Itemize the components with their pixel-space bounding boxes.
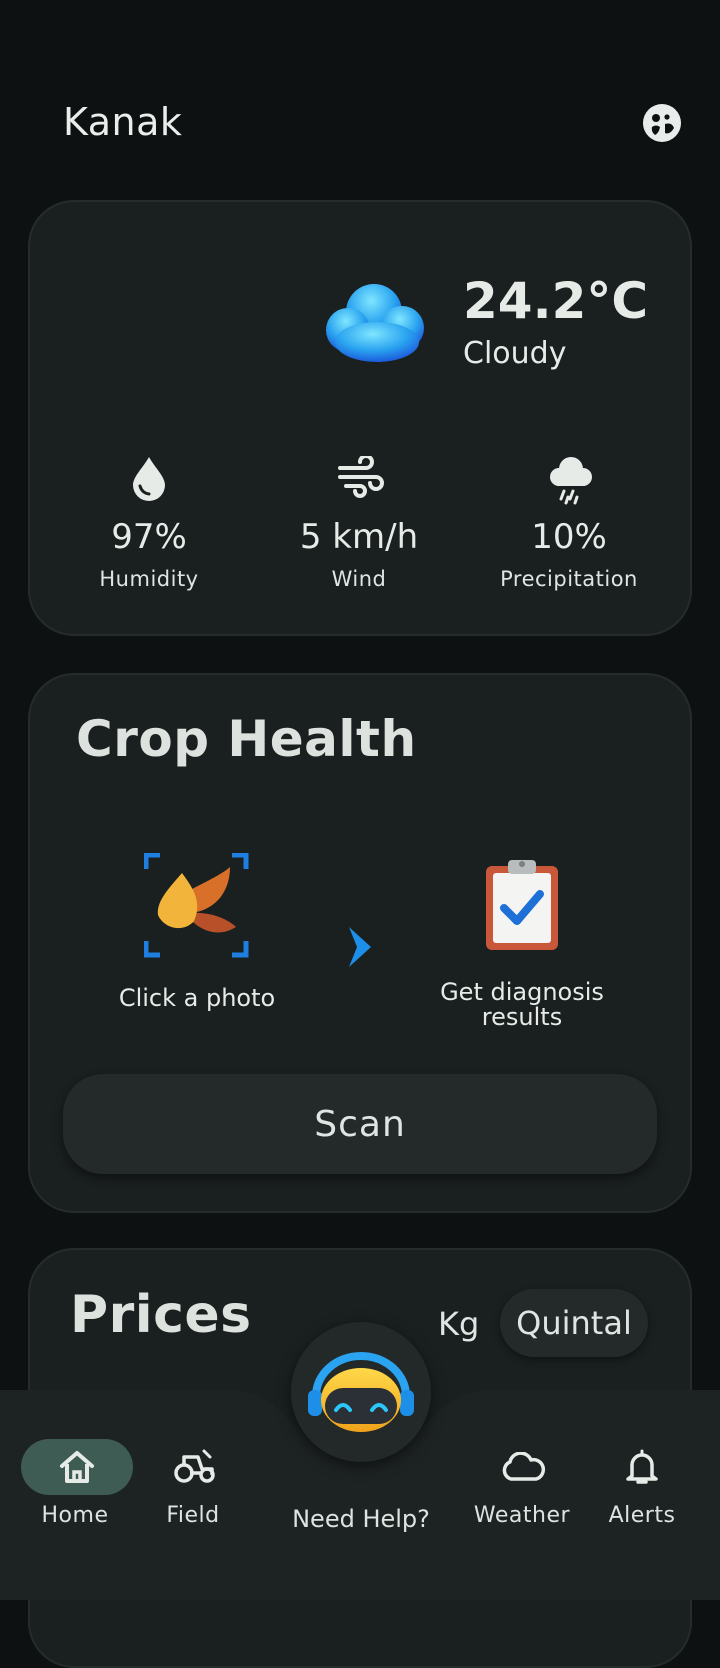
face-profile-icon[interactable] xyxy=(643,104,681,142)
bell-icon xyxy=(625,1448,659,1490)
prices-title: Prices xyxy=(70,1285,252,1345)
nav-home[interactable]: Home xyxy=(15,1503,135,1528)
cloud-icon xyxy=(500,1451,546,1486)
wind-icon xyxy=(336,454,384,502)
unit-kg-toggle[interactable]: Kg xyxy=(438,1305,479,1343)
diagnosis-label: Get diagnosis results xyxy=(440,978,604,1031)
scan-button[interactable]: Scan xyxy=(63,1074,657,1174)
droplet-icon xyxy=(130,455,168,505)
tractor-icon xyxy=(174,1448,216,1488)
nav-alerts[interactable]: Alerts xyxy=(582,1503,702,1528)
crop-health-title: Crop Health xyxy=(76,710,417,768)
home-icon xyxy=(59,1450,95,1488)
leaf-scan-icon xyxy=(143,852,250,963)
nav-weather[interactable]: Weather xyxy=(462,1503,582,1528)
chevron-right-icon xyxy=(345,923,377,975)
temperature: 24.2°C xyxy=(463,272,649,330)
robot-assistant-icon xyxy=(308,1352,414,1438)
nav-need-help[interactable]: Need Help? xyxy=(281,1505,441,1533)
unit-quintal-toggle[interactable]: Quintal xyxy=(500,1289,648,1357)
clipboard-check-icon xyxy=(484,858,560,956)
weather-condition: Cloudy xyxy=(463,336,567,371)
wind-value: 5 km/h xyxy=(299,517,419,557)
rain-cloud-icon xyxy=(547,455,595,511)
humidity-value: 97% xyxy=(111,517,187,557)
app-title: Kanak xyxy=(63,100,183,144)
precipitation-value: 10% xyxy=(531,517,607,557)
nav-field[interactable]: Field xyxy=(133,1503,253,1528)
click-photo-label: Click a photo xyxy=(118,984,276,1012)
precipitation-label: Precipitation xyxy=(500,567,638,591)
humidity-label: Humidity xyxy=(99,567,199,591)
wind-label: Wind xyxy=(331,567,387,591)
cloud-3d-icon xyxy=(322,282,432,372)
